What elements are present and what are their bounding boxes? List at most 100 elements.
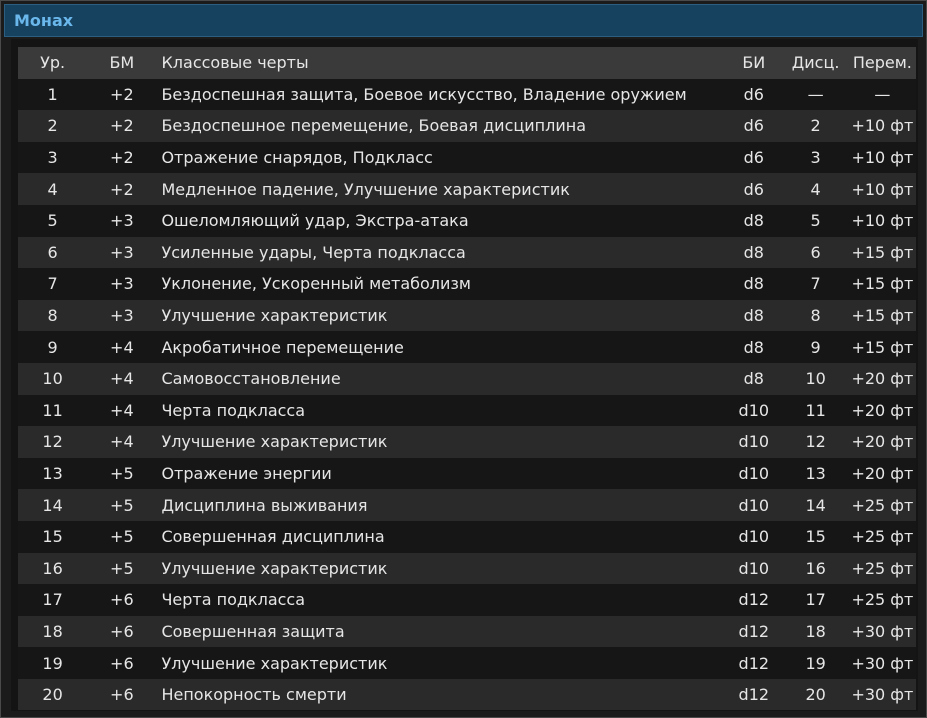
cell-prof-bonus: +4 [110,337,134,357]
class-table-window: Монах Ур. БМ Классовые черты БИ Дисц. Пе… [0,0,927,718]
table-row: 18 +6 Совершенная защита d12 18 +30 фт [18,615,916,648]
cell-movement: +15 фт [851,274,914,294]
cell-discipline: — [807,84,824,104]
cell-movement: +25 фт [851,590,914,610]
table-row: 17 +6 Черта подкласса d12 17 +25 фт [18,584,916,616]
cell-martial-die: d10 [738,495,770,515]
cell-martial-die: d10 [738,400,770,420]
cell-martial-die: d6 [743,84,764,104]
cell-movement: +15 фт [851,242,914,262]
cell-features: Совершенная защита [161,621,345,641]
cell-prof-bonus: +3 [110,274,134,294]
cell-level: 4 [47,179,58,199]
cell-features: Отражение энергии [161,464,332,484]
cell-features: Уклонение, Ускоренный метаболизм [161,274,471,294]
cell-movement: +10 фт [851,116,914,136]
header-discipline: Дисц. [791,53,840,73]
cell-discipline: 16 [805,558,826,578]
cell-movement: +10 фт [851,179,914,199]
cell-discipline: 5 [810,211,821,231]
cell-level: 20 [42,685,63,705]
cell-movement: +15 фт [851,306,914,326]
table-row: 6 +3 Усиленные удары, Черта подкласса d8 6 +1… [18,236,916,269]
table-panel: Ур. БМ Классовые черты БИ Дисц. Перем. 1… [11,39,918,711]
cell-features: Черта подкласса [161,400,306,420]
table-row: 20 +6 Непокорность смерти d12 20 +30 фт [18,678,916,711]
cell-prof-bonus: +4 [110,400,134,420]
cell-discipline: 20 [805,685,826,705]
cell-level: 3 [47,148,58,168]
cell-movement: +30 фт [851,685,914,705]
cell-level: 2 [47,116,58,136]
cell-prof-bonus: +5 [110,495,134,515]
table-row: 19 +6 Улучшение характеристик d12 19 +30 фт [18,647,916,679]
cell-prof-bonus: +6 [110,653,134,673]
cell-prof-bonus: +3 [110,306,134,326]
cell-martial-die: d8 [743,306,764,326]
cell-level: 12 [42,432,63,452]
cell-movement: +30 фт [851,621,914,641]
cell-discipline: 4 [810,179,821,199]
cell-discipline: 9 [810,337,821,357]
cell-discipline: 13 [805,464,826,484]
cell-level: 17 [42,590,63,610]
cell-level: 15 [42,527,63,547]
table-row: 13 +5 Отражение энергии d10 13 +20 фт [18,457,916,490]
cell-discipline: 19 [805,653,826,673]
cell-discipline: 3 [810,148,821,168]
cell-level: 9 [47,337,58,357]
table-row: 5 +3 Ошеломляющий удар, Экстра-атака d8 5 +10… [18,204,916,237]
title-bar: Монах [4,4,923,37]
header-features: Классовые черты [161,53,309,73]
cell-level: 19 [42,653,63,673]
cell-prof-bonus: +5 [110,464,134,484]
cell-discipline: 17 [805,590,826,610]
cell-movement: +25 фт [851,495,914,515]
table-row: 11 +4 Черта подкласса d10 11 +20 фт [18,394,916,427]
table-row: 9 +4 Акробатичное перемещение d8 9 +15 фт [18,331,916,363]
cell-movement: +10 фт [851,211,914,231]
cell-martial-die: d6 [743,116,764,136]
cell-discipline: 12 [805,432,826,452]
cell-prof-bonus: +5 [110,527,134,547]
cell-martial-die: d12 [738,621,770,641]
cell-prof-bonus: +3 [110,211,134,231]
cell-level: 16 [42,558,63,578]
table-row: 3 +2 Отражение снарядов, Подкласс d6 3 +10 фт [18,141,916,174]
cell-prof-bonus: +2 [110,148,134,168]
cell-movement: +25 фт [851,527,914,547]
header-prof-bonus: БМ [109,53,135,73]
header-movement: Перем. [852,53,912,73]
table-row: 10 +4 Самовосстановление d8 10 +20 фт [18,362,916,395]
window-title: Монах [14,11,74,30]
table-body: 1 +2 Бездоспешная защита, Боевое искусство… [18,78,916,711]
cell-features: Самовосстановление [161,369,341,389]
cell-level: 6 [47,242,58,262]
cell-level: 5 [47,211,58,231]
cell-prof-bonus: +6 [110,621,134,641]
cell-martial-die: d10 [738,558,770,578]
cell-features: Улучшение характеристик [161,306,388,326]
cell-prof-bonus: +4 [110,432,134,452]
table-row: 12 +4 Улучшение характеристик d10 12 +20 фт [18,426,916,458]
cell-movement: +20 фт [851,432,914,452]
table-row: 4 +2 Медленное падение, Улучшение характер… [18,173,916,205]
cell-discipline: 18 [805,621,826,641]
cell-discipline: 7 [810,274,821,294]
cell-martial-die: d8 [743,242,764,262]
cell-features: Улучшение характеристик [161,432,388,452]
cell-prof-bonus: +6 [110,685,134,705]
table-row: 7 +3 Уклонение, Ускоренный метаболизм d8 7 +1… [18,268,916,300]
cell-level: 1 [47,84,58,104]
cell-movement: +20 фт [851,400,914,420]
cell-features: Улучшение характеристик [161,653,388,673]
cell-features: Черта подкласса [161,590,306,610]
cell-discipline: 11 [805,400,826,420]
header-martial-die: БИ [742,53,766,73]
cell-features: Бездоспешное перемещение, Боевая дисципл… [161,116,586,136]
cell-features: Усиленные удары, Черта подкласса [161,242,466,262]
cell-martial-die: d10 [738,527,770,547]
cell-prof-bonus: +5 [110,558,134,578]
cell-discipline: 8 [810,306,821,326]
table-row: 15 +5 Совершенная дисциплина d10 15 +25 фт [18,520,916,553]
